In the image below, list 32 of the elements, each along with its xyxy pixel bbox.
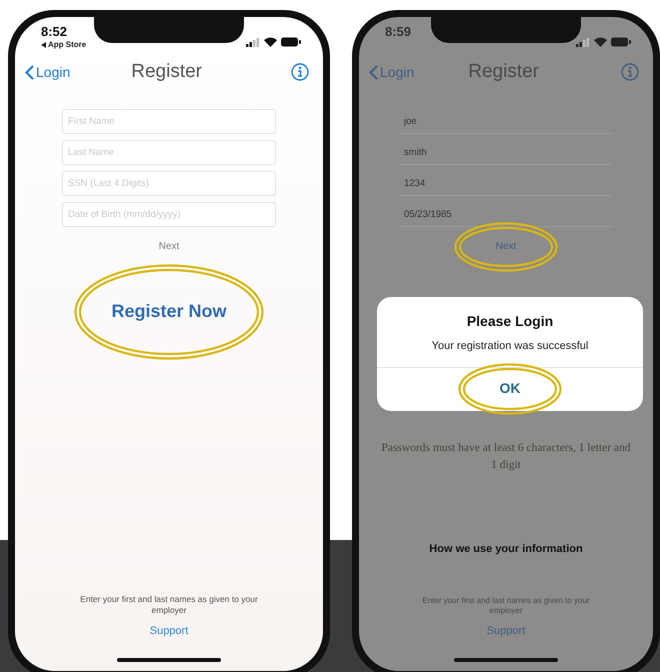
status-time: 8:59 — [385, 25, 412, 40]
input-field[interactable]: joe — [399, 109, 613, 134]
support-link[interactable]: Support — [150, 622, 188, 639]
hint-text: Enter your first and last names as given to your employer — [79, 594, 259, 616]
wifi-icon — [594, 37, 607, 47]
next-button[interactable]: Next — [488, 237, 524, 256]
chevron-left-icon — [369, 64, 378, 80]
screen-title: Register — [468, 60, 539, 84]
status-time: 8:52 — [41, 25, 68, 40]
battery-icon — [281, 37, 301, 47]
next-button[interactable]: Next — [150, 237, 188, 256]
screen-title: Register — [131, 60, 202, 84]
support-link[interactable]: Support — [486, 622, 526, 639]
battery-icon — [611, 37, 631, 47]
wifi-icon — [264, 37, 277, 47]
signal-icon — [576, 38, 590, 46]
back-button[interactable]: Login — [369, 62, 414, 82]
chevron-left-icon — [25, 64, 34, 80]
back-button[interactable]: Login — [25, 62, 70, 82]
back-triangle-icon — [41, 42, 46, 48]
ok-button[interactable]: OK — [377, 366, 643, 410]
alert-message: Your registration was successful — [432, 339, 588, 354]
back-to-app-link[interactable]: App Store — [48, 39, 86, 52]
input-field[interactable]: 1234 — [399, 171, 613, 196]
password-requirements-text: Passwords must have at least 6 characters, 1 letter and 1 digit — [381, 441, 631, 474]
section-heading: How we use your information — [429, 542, 583, 558]
info-button[interactable] — [290, 63, 309, 81]
input-field[interactable]: 05/23/1985 — [399, 202, 613, 227]
signal-icon — [246, 38, 260, 46]
hint-text: Enter your first and last names as given to your employer — [421, 596, 591, 616]
alert-title: Please Login — [466, 312, 554, 331]
input-field[interactable]: smith — [399, 140, 613, 165]
